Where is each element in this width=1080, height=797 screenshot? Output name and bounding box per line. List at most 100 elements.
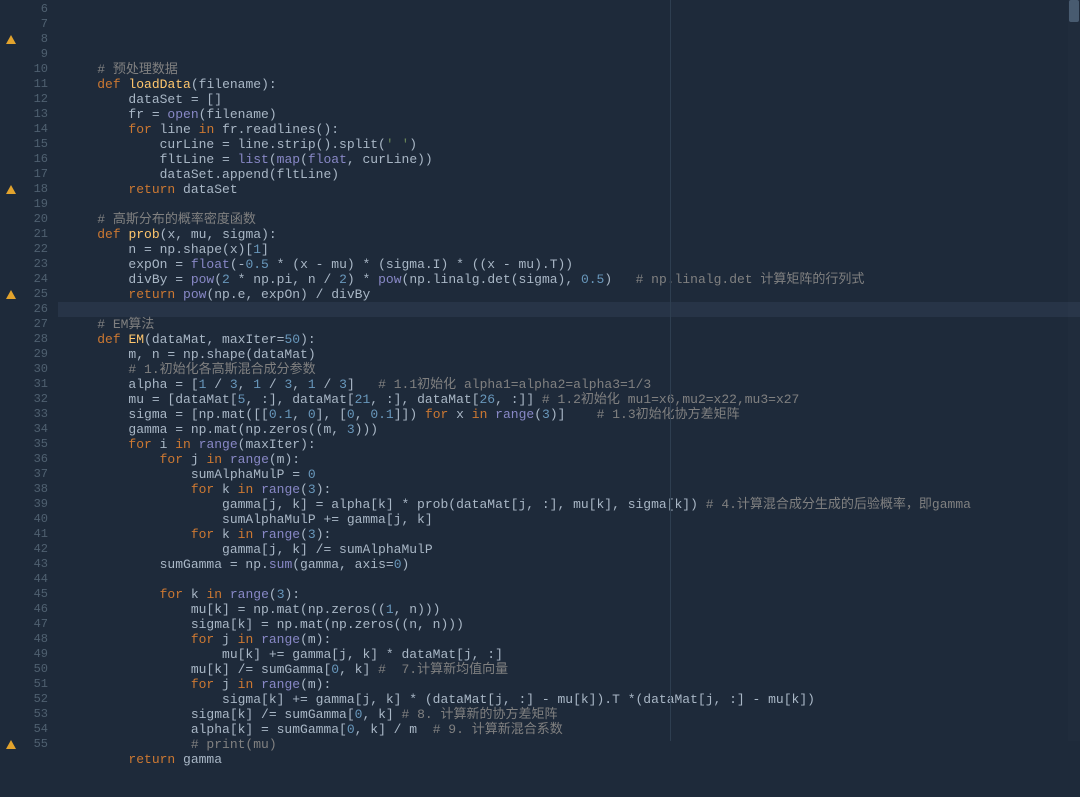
code-line[interactable]: for k in range(3): [58, 587, 1080, 602]
code-line[interactable]: for j in range(m): [58, 452, 1080, 467]
code-line[interactable]: def EM(dataMat, maxIter=50): [58, 332, 1080, 347]
gutter-line[interactable]: 21 [0, 227, 58, 242]
gutter-line[interactable]: 25 [0, 287, 58, 302]
gutter-line[interactable]: 32 [0, 392, 58, 407]
code-line[interactable]: n = np.shape(x)[1] [58, 242, 1080, 257]
code-line[interactable]: sigma = [np.mat([[0.1, 0], [0, 0.1]]) fo… [58, 407, 1080, 422]
code-line[interactable]: sumAlphaMulP += gamma[j, k] [58, 512, 1080, 527]
gutter-line[interactable]: 14 [0, 122, 58, 137]
code-line[interactable] [58, 197, 1080, 212]
gutter-line[interactable]: 16 [0, 152, 58, 167]
code-line[interactable] [58, 767, 1080, 782]
gutter-line[interactable]: 45 [0, 587, 58, 602]
code-line[interactable]: # 高斯分布的概率密度函数 [58, 212, 1080, 227]
code-line[interactable]: sumAlphaMulP = 0 [58, 467, 1080, 482]
code-line[interactable]: mu[k] /= sumGamma[0, k] # 7.计算新均值向量 [58, 662, 1080, 677]
gutter-line[interactable]: 7 [0, 17, 58, 32]
gutter-line[interactable]: 8 [0, 32, 58, 47]
gutter-line[interactable]: 6 [0, 2, 58, 17]
code-line[interactable] [58, 782, 1080, 797]
code-line[interactable]: for j in range(m): [58, 632, 1080, 647]
gutter-line[interactable]: 15 [0, 137, 58, 152]
gutter-line[interactable]: 38 [0, 482, 58, 497]
code-line[interactable]: return dataSet [58, 182, 1080, 197]
gutter-line[interactable]: 29 [0, 347, 58, 362]
gutter-line[interactable]: 34 [0, 422, 58, 437]
code-line[interactable]: sigma[k] /= sumGamma[0, k] # 8. 计算新的协方差矩… [58, 707, 1080, 722]
code-line[interactable]: # EM算法 [58, 317, 1080, 332]
gutter-line[interactable]: 35 [0, 437, 58, 452]
warning-icon[interactable] [6, 35, 16, 44]
gutter-line[interactable]: 44 [0, 572, 58, 587]
gutter-line[interactable]: 49 [0, 647, 58, 662]
gutter-line[interactable]: 11 [0, 77, 58, 92]
gutter-line[interactable]: 33 [0, 407, 58, 422]
code-line[interactable] [58, 572, 1080, 587]
gutter-line[interactable]: 20 [0, 212, 58, 227]
gutter-line[interactable]: 42 [0, 542, 58, 557]
gutter-line[interactable]: 51 [0, 677, 58, 692]
code-line[interactable]: alpha = [1 / 3, 1 / 3, 1 / 3] # 1.1初始化 a… [58, 377, 1080, 392]
code-line[interactable]: mu = [dataMat[5, :], dataMat[21, :], dat… [58, 392, 1080, 407]
gutter-line[interactable]: 37 [0, 467, 58, 482]
gutter-line[interactable]: 28 [0, 332, 58, 347]
gutter-line[interactable]: 50 [0, 662, 58, 677]
code-line[interactable]: # print(mu) [58, 737, 1080, 752]
code-line[interactable]: divBy = pow(2 * np.pi, n / 2) * pow(np.l… [58, 272, 1080, 287]
code-editor[interactable]: 6789101112131415161718192021222324252627… [0, 0, 1080, 741]
gutter-line[interactable]: 53 [0, 707, 58, 722]
gutter-line[interactable]: 23 [0, 257, 58, 272]
code-line[interactable]: expOn = float(-0.5 * (x - mu) * (sigma.I… [58, 257, 1080, 272]
code-line[interactable]: for i in range(maxIter): [58, 437, 1080, 452]
code-line[interactable]: for line in fr.readlines(): [58, 122, 1080, 137]
gutter-line[interactable]: 54 [0, 722, 58, 737]
gutter-line[interactable]: 52 [0, 692, 58, 707]
gutter-line[interactable]: 18 [0, 182, 58, 197]
gutter-line[interactable]: 36 [0, 452, 58, 467]
code-line[interactable]: # 预处理数据 [58, 62, 1080, 77]
gutter-line[interactable]: 47 [0, 617, 58, 632]
scrollbar-thumb[interactable] [1069, 0, 1079, 22]
gutter-line[interactable]: 12 [0, 92, 58, 107]
code-line[interactable]: gamma[j, k] = alpha[k] * prob(dataMat[j,… [58, 497, 1080, 512]
gutter[interactable]: 6789101112131415161718192021222324252627… [0, 0, 58, 741]
gutter-line[interactable]: 22 [0, 242, 58, 257]
code-line[interactable]: sigma[k] += gamma[j, k] * (dataMat[j, :]… [58, 692, 1080, 707]
code-line[interactable]: fr = open(filename) [58, 107, 1080, 122]
gutter-line[interactable]: 43 [0, 557, 58, 572]
gutter-line[interactable]: 10 [0, 62, 58, 77]
code-line[interactable]: sumGamma = np.sum(gamma, axis=0) [58, 557, 1080, 572]
gutter-line[interactable]: 30 [0, 362, 58, 377]
warning-icon[interactable] [6, 740, 16, 749]
code-line[interactable]: alpha[k] = sumGamma[0, k] / m # 9. 计算新混合… [58, 722, 1080, 737]
gutter-line[interactable]: 26 [0, 302, 58, 317]
code-line[interactable]: mu[k] = np.mat(np.zeros((1, n))) [58, 602, 1080, 617]
code-line[interactable]: # 1.初始化各高斯混合成分参数 [58, 362, 1080, 377]
warning-icon[interactable] [6, 185, 16, 194]
vertical-scrollbar[interactable] [1068, 0, 1080, 741]
code-line[interactable]: for k in range(3): [58, 527, 1080, 542]
gutter-line[interactable]: 27 [0, 317, 58, 332]
code-area[interactable]: # 预处理数据 def loadData(filename): dataSet … [58, 0, 1080, 741]
code-line[interactable]: gamma = np.mat(np.zeros((m, 3))) [58, 422, 1080, 437]
gutter-line[interactable]: 41 [0, 527, 58, 542]
code-line[interactable]: curLine = line.strip().split(' ') [58, 137, 1080, 152]
gutter-line[interactable]: 9 [0, 47, 58, 62]
code-line[interactable]: sigma[k] = np.mat(np.zeros((n, n))) [58, 617, 1080, 632]
code-line[interactable]: return pow(np.e, expOn) / divBy [58, 287, 1080, 302]
code-line[interactable]: for j in range(m): [58, 677, 1080, 692]
gutter-line[interactable]: 39 [0, 497, 58, 512]
code-line[interactable]: return gamma [58, 752, 1080, 767]
code-line[interactable]: def prob(x, mu, sigma): [58, 227, 1080, 242]
code-line[interactable]: fltLine = list(map(float, curLine)) [58, 152, 1080, 167]
gutter-line[interactable]: 31 [0, 377, 58, 392]
gutter-line[interactable]: 24 [0, 272, 58, 287]
code-line[interactable]: m, n = np.shape(dataMat) [58, 347, 1080, 362]
gutter-line[interactable]: 55 [0, 737, 58, 752]
gutter-line[interactable]: 40 [0, 512, 58, 527]
gutter-line[interactable]: 48 [0, 632, 58, 647]
code-line[interactable]: dataSet.append(fltLine) [58, 167, 1080, 182]
gutter-line[interactable]: 13 [0, 107, 58, 122]
code-line[interactable] [58, 47, 1080, 62]
gutter-line[interactable]: 19 [0, 197, 58, 212]
